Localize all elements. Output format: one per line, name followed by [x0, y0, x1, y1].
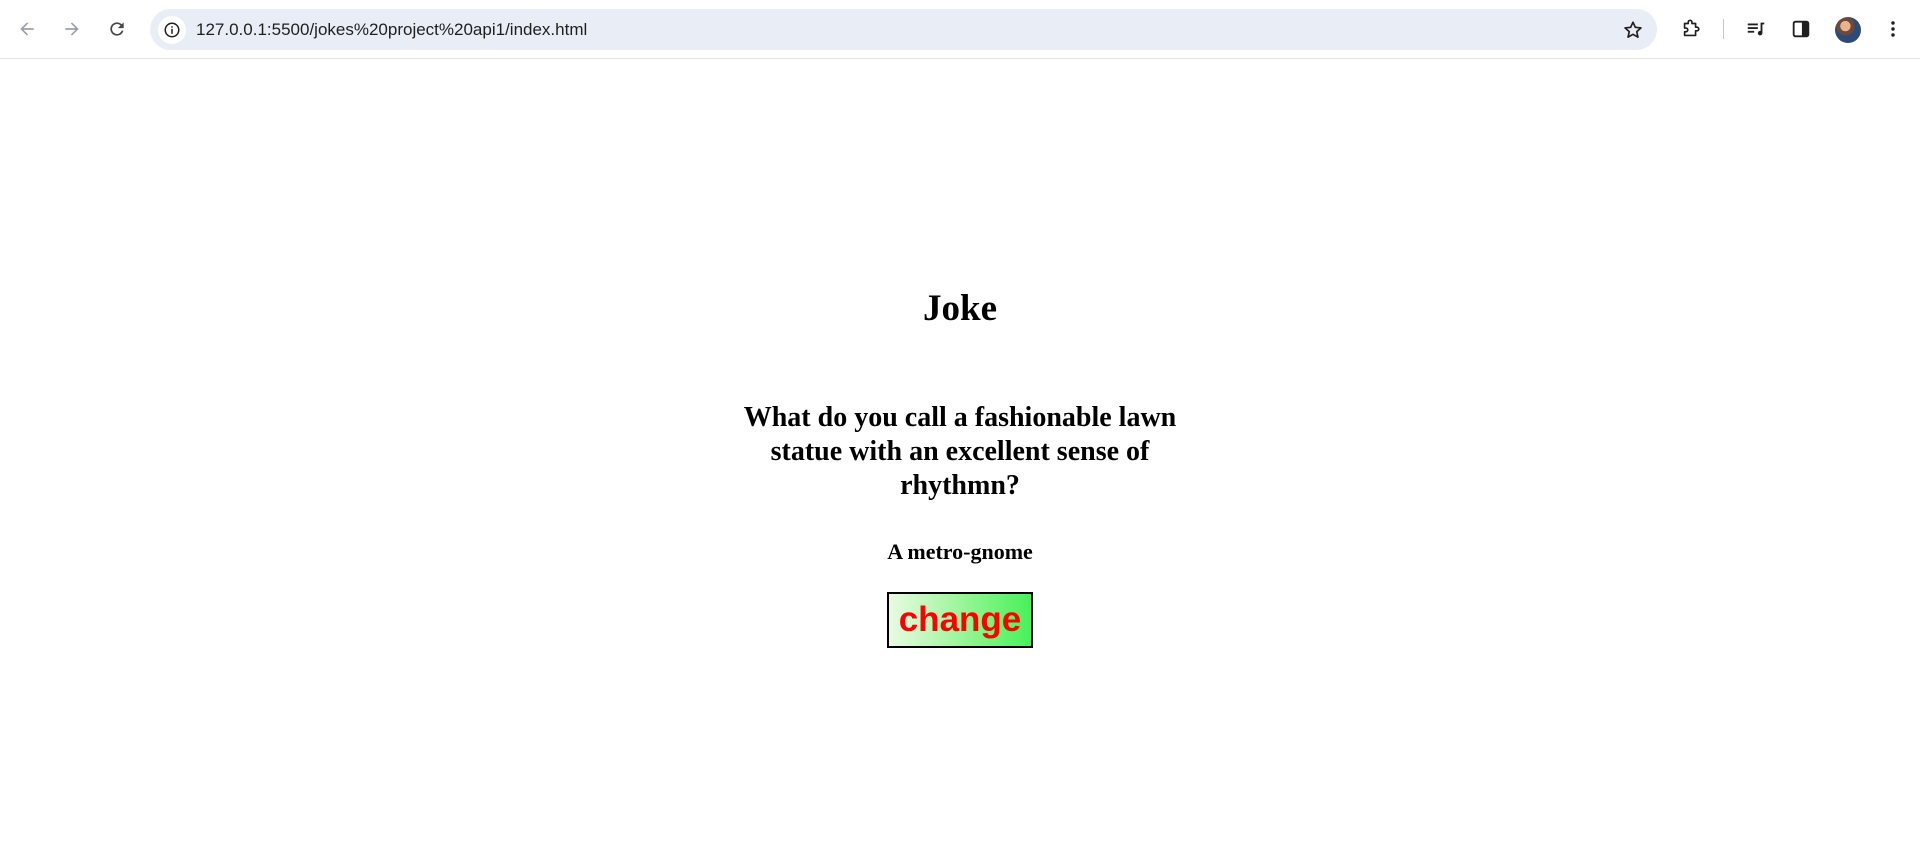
site-info-button[interactable]: [158, 16, 186, 44]
back-button[interactable]: [9, 11, 45, 47]
page-viewport: Joke What do you call a fashionable lawn…: [0, 59, 1920, 845]
arrow-right-icon: [65, 22, 79, 36]
joke-punchline: A metro-gnome: [887, 539, 1033, 564]
info-circle-icon: [164, 22, 180, 38]
reload-button[interactable]: [99, 11, 135, 47]
star-icon: [1624, 21, 1642, 38]
side-panel-button[interactable]: [1784, 12, 1818, 46]
puzzle-piece-icon: [1683, 19, 1700, 37]
page-title: Joke: [923, 288, 997, 329]
extensions-button[interactable]: [1674, 12, 1708, 46]
forward-button[interactable]: [54, 11, 90, 47]
address-bar[interactable]: 127.0.0.1:5500/jokes%20project%20api1/in…: [150, 9, 1657, 50]
media-controls-button[interactable]: [1739, 12, 1773, 46]
queue-music-icon: [1747, 22, 1765, 36]
profile-avatar[interactable]: [1835, 17, 1861, 43]
vertical-dots-icon: [1891, 21, 1895, 37]
browser-menu-button[interactable]: [1876, 12, 1910, 46]
side-panel-icon: [1792, 20, 1810, 38]
toolbar-separator: [1723, 19, 1724, 39]
browser-toolbar: 127.0.0.1:5500/jokes%20project%20api1/in…: [0, 0, 1920, 59]
url-text[interactable]: 127.0.0.1:5500/jokes%20project%20api1/in…: [196, 9, 587, 50]
arrow-left-icon: [20, 22, 34, 36]
bookmark-button[interactable]: [1617, 14, 1649, 46]
reload-icon: [110, 22, 124, 36]
joke-setup: What do you call a fashionable lawn stat…: [743, 402, 1177, 501]
change-button[interactable]: change: [887, 592, 1033, 648]
